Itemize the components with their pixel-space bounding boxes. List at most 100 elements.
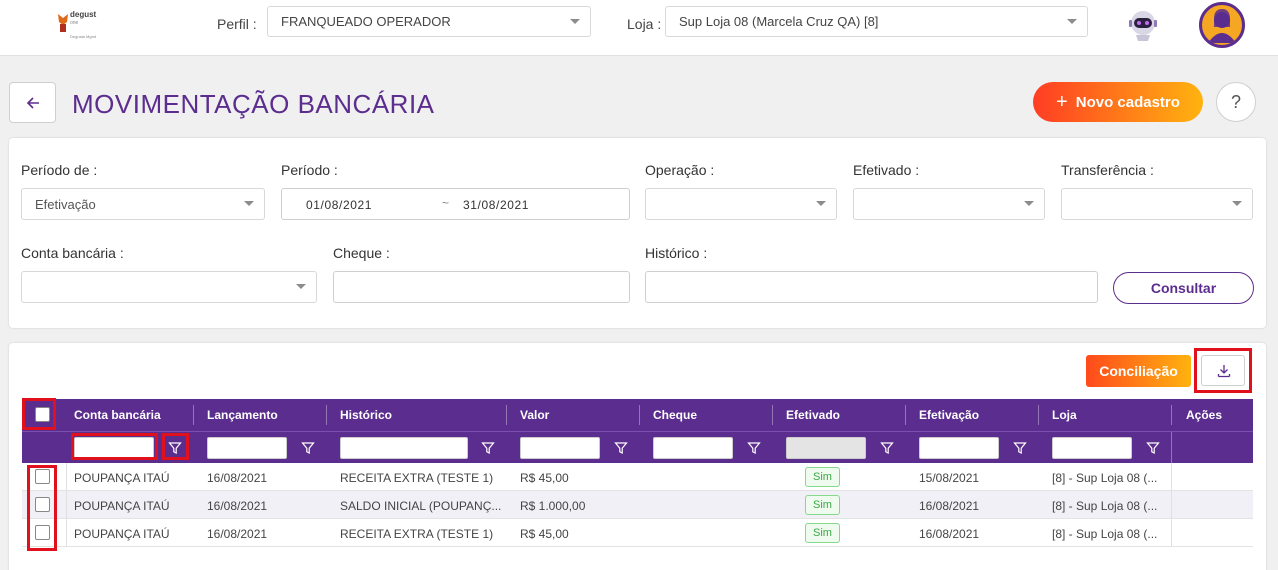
cell-loja: [8] - Sup Loja 08 (... <box>1052 527 1158 541</box>
transferencia-select[interactable] <box>1061 188 1253 220</box>
logo-sub2: Degusta Mgmt <box>70 34 97 39</box>
col-cheque[interactable]: Cheque <box>645 399 697 431</box>
chevron-down-icon <box>296 284 306 289</box>
operacao-select[interactable] <box>645 188 837 220</box>
filter-icon[interactable] <box>1146 441 1160 455</box>
back-button[interactable] <box>9 82 56 123</box>
logo-sub: one <box>70 20 79 26</box>
historico-input[interactable] <box>645 271 1098 303</box>
highlight-filter-conta <box>71 433 158 460</box>
loja-select[interactable]: Sup Loja 08 (Marcela Cruz QA) [8] <box>665 6 1088 37</box>
loja-label: Loja : <box>627 16 662 32</box>
highlight-filter-icon <box>162 433 189 460</box>
app-logo[interactable]: degust one Degusta Mgmt <box>56 8 106 48</box>
cell-historico: RECEITA EXTRA (TESTE 1) <box>340 471 494 485</box>
periodo-start: 01/08/2021 <box>306 198 373 212</box>
back-arrow-icon <box>26 97 39 109</box>
plus-icon: + <box>1056 91 1068 113</box>
cell-historico: RECEITA EXTRA (TESTE 1) <box>340 527 494 541</box>
periodo-de-label: Período de : <box>21 162 98 178</box>
col-separator <box>905 405 906 425</box>
filters-panel: Período de : Efetivação Período : 01/08/… <box>9 138 1266 328</box>
filter-icon[interactable] <box>880 441 894 455</box>
filter-cheque-input[interactable] <box>653 437 733 459</box>
historico-label: Histórico : <box>645 245 708 261</box>
row-separator <box>1171 463 1172 491</box>
cell-valor: R$ 45,00 <box>520 471 569 485</box>
periodo-label: Período : <box>281 162 338 178</box>
filter-historico-input[interactable] <box>340 437 468 459</box>
col-loja[interactable]: Loja <box>1044 399 1077 431</box>
top-bar: degust one Degusta Mgmt Perfil : FRANQUE… <box>0 0 1278 56</box>
cell-lancamento: 16/08/2021 <box>207 471 268 485</box>
efetivado-label: Efetivado : <box>853 162 920 178</box>
logo-brand: degust <box>70 10 97 19</box>
operacao-label: Operação : <box>645 162 715 178</box>
filter-icon[interactable] <box>481 441 495 455</box>
help-button[interactable]: ? <box>1216 82 1256 122</box>
perfil-value: FRANQUEADO OPERADOR <box>281 14 451 29</box>
perfil-label: Perfil : <box>217 16 257 32</box>
row-separator <box>66 463 67 491</box>
cheque-label: Cheque : <box>333 245 390 261</box>
filter-loja-input[interactable] <box>1052 437 1132 459</box>
cell-conta: POUPANÇA ITAÚ <box>74 499 170 513</box>
chevron-down-icon <box>816 201 826 206</box>
periodo-de-value: Efetivação <box>35 197 96 212</box>
filter-lancamento-input[interactable] <box>207 437 287 459</box>
col-separator <box>506 405 507 425</box>
cell-conta: POUPANÇA ITAÚ <box>74 471 170 485</box>
col-separator <box>772 405 773 425</box>
transferencia-label: Transferência : <box>1061 162 1154 178</box>
filter-icon[interactable] <box>747 441 761 455</box>
results-panel: Conciliação Conta bancária Lançamento Hi… <box>9 343 1266 570</box>
cell-valor: R$ 1.000,00 <box>520 499 586 513</box>
conciliacao-button[interactable]: Conciliação <box>1086 355 1191 387</box>
periodo-de-select[interactable]: Efetivação <box>21 188 265 220</box>
row-separator <box>1171 491 1172 519</box>
status-badge: Sim <box>805 523 840 543</box>
col-separator <box>1171 405 1172 425</box>
page-title: MOVIMENTAÇÃO BANCÁRIA <box>72 89 435 119</box>
download-button[interactable] <box>1201 355 1245 386</box>
filter-efetivado-input[interactable] <box>786 437 866 459</box>
status-badge: Sim <box>805 495 840 515</box>
col-lancamento[interactable]: Lançamento <box>199 399 278 431</box>
consultar-button[interactable]: Consultar <box>1113 272 1254 304</box>
cheque-input[interactable] <box>333 271 630 303</box>
col-acoes: Ações <box>1186 408 1223 422</box>
robot-icon[interactable] <box>1126 7 1160 43</box>
periodo-range-input[interactable]: 01/08/2021 ~ 31/08/2021 <box>281 188 630 220</box>
col-separator <box>1038 405 1039 425</box>
logo-mark-icon <box>58 14 68 32</box>
filter-valor-input[interactable] <box>520 437 600 459</box>
table-row[interactable]: POUPANÇA ITAÚ 16/08/2021 RECEITA EXTRA (… <box>22 463 1253 491</box>
col-separator <box>639 405 640 425</box>
filter-icon[interactable] <box>1013 441 1027 455</box>
novo-cadastro-button[interactable]: + Novo cadastro <box>1033 82 1203 122</box>
conta-bancaria-select[interactable] <box>21 271 317 303</box>
filter-icon[interactable] <box>614 441 628 455</box>
efetivado-select[interactable] <box>853 188 1045 220</box>
user-avatar-icon[interactable] <box>1199 2 1245 48</box>
col-efetivado[interactable]: Efetivado <box>778 399 840 431</box>
chevron-down-icon <box>244 201 254 206</box>
help-icon: ? <box>1230 91 1241 112</box>
cell-efetivacao: 15/08/2021 <box>919 471 980 485</box>
col-separator <box>326 405 327 425</box>
filter-efetivacao-input[interactable] <box>919 437 999 459</box>
cell-efetivacao: 16/08/2021 <box>919 499 980 513</box>
col-valor[interactable]: Valor <box>512 399 549 431</box>
col-historico[interactable]: Histórico <box>332 399 392 431</box>
col-separator <box>193 405 194 425</box>
col-efetivacao[interactable]: Efetivação <box>911 399 979 431</box>
table-row[interactable]: POUPANÇA ITAÚ 16/08/2021 SALDO INICIAL (… <box>22 491 1253 519</box>
table-row[interactable]: POUPANÇA ITAÚ 16/08/2021 RECEITA EXTRA (… <box>22 519 1253 547</box>
col-conta-bancaria[interactable]: Conta bancária <box>66 399 161 431</box>
highlight-row-checkboxes <box>27 465 57 551</box>
download-highlight <box>1194 348 1252 393</box>
row-separator <box>66 491 67 519</box>
perfil-select[interactable]: FRANQUEADO OPERADOR <box>267 6 591 37</box>
filter-icon[interactable] <box>301 441 315 455</box>
cell-conta: POUPANÇA ITAÚ <box>74 527 170 541</box>
